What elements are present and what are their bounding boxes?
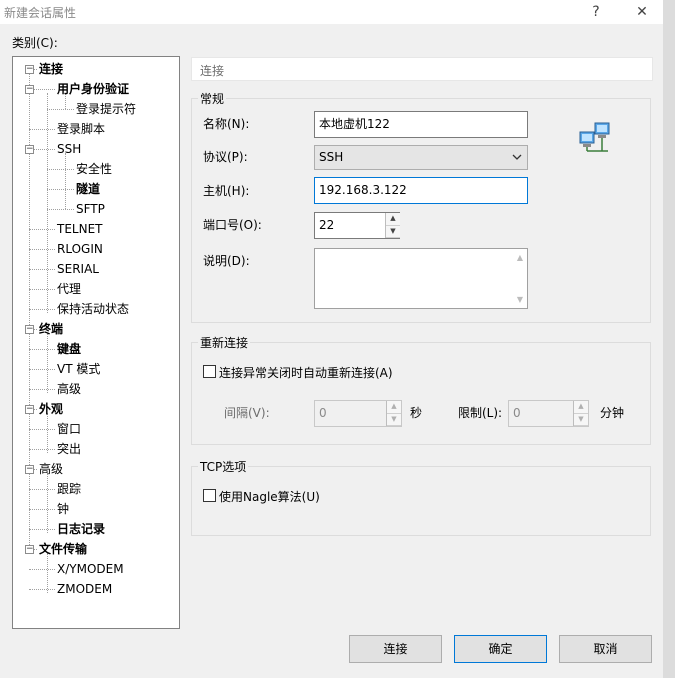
title-bar: 新建会话属性 ? ✕ — [0, 0, 663, 24]
tree-item[interactable]: RLOGIN — [57, 239, 103, 259]
connect-button[interactable]: 连接 — [349, 635, 442, 663]
reconnect-group — [191, 342, 651, 445]
scroll-up-icon[interactable]: ▲ — [515, 253, 525, 262]
tree-item[interactable]: SERIAL — [57, 259, 99, 279]
scroll-down-icon[interactable]: ▼ — [515, 295, 525, 304]
reconnect-group-title: 重新连接 — [198, 334, 251, 351]
tree-item[interactable]: 用户身份验证 — [57, 79, 129, 99]
close-button[interactable]: ✕ — [627, 1, 657, 23]
auto-reconnect-checkbox[interactable] — [203, 365, 216, 378]
tree-item[interactable]: 键盘 — [57, 339, 81, 359]
cancel-button[interactable]: 取消 — [559, 635, 652, 663]
protocol-label: 协议(P): — [203, 150, 248, 164]
spin-down-icon[interactable]: ▼ — [574, 413, 588, 426]
tree-item[interactable]: 安全性 — [76, 159, 112, 179]
tree-item[interactable]: 日志记录 — [57, 519, 105, 539]
limit-label: 限制(L): — [458, 406, 503, 420]
interval-value: 0 — [319, 406, 327, 420]
limit-value: 0 — [513, 406, 521, 420]
limit-spinner[interactable]: ▲ ▼ — [573, 401, 588, 426]
tree-item[interactable]: X/YMODEM — [57, 559, 124, 579]
tree-item[interactable]: 登录脚本 — [57, 119, 105, 139]
panel-header: 连接 — [191, 57, 653, 81]
nagle-label[interactable]: 使用Nagle算法(U) — [219, 488, 320, 505]
spin-down-icon[interactable]: ▼ — [387, 413, 401, 426]
port-value: 22 — [319, 218, 335, 232]
spin-down-icon[interactable]: ▼ — [386, 225, 400, 238]
help-button[interactable]: ? — [581, 1, 611, 23]
nagle-checkbox[interactable] — [203, 489, 216, 502]
tree-item[interactable]: 文件传输 — [39, 539, 87, 559]
name-label: 名称(N): — [203, 117, 250, 131]
tree-collapse-icon[interactable]: − — [25, 325, 34, 334]
tree-item[interactable]: 高级 — [57, 379, 81, 399]
tree-item[interactable]: 登录提示符 — [76, 99, 136, 119]
category-label: 类别(C): — [12, 36, 58, 50]
chevron-down-icon — [512, 146, 522, 177]
minutes-label: 分钟 — [600, 406, 625, 420]
tree-item[interactable]: SFTP — [76, 199, 105, 219]
name-input[interactable]: 本地虚机122 — [314, 111, 528, 138]
auto-reconnect-label[interactable]: 连接异常关闭时自动重新连接(A) — [219, 364, 393, 381]
window-title: 新建会话属性 — [4, 6, 77, 20]
port-label: 端口号(O): — [203, 218, 262, 232]
spin-up-icon[interactable]: ▲ — [386, 213, 400, 226]
tree-collapse-icon[interactable]: − — [25, 465, 34, 474]
ok-button[interactable]: 确定 — [454, 635, 547, 663]
protocol-value: SSH — [319, 150, 344, 164]
tree-item[interactable]: 跟踪 — [57, 479, 81, 499]
tree-item[interactable]: TELNET — [57, 219, 103, 239]
tcp-group-title: TCP选项 — [198, 458, 249, 475]
tree-collapse-icon[interactable]: − — [25, 545, 34, 554]
tree-item[interactable]: ZMODEM — [57, 579, 112, 599]
tree-item[interactable]: 外观 — [39, 399, 63, 419]
tree-item[interactable]: 突出 — [57, 439, 81, 459]
tree-item[interactable]: SSH — [57, 139, 81, 159]
protocol-select[interactable]: SSH — [314, 145, 528, 170]
description-scrollbar[interactable]: ▲ ▼ — [513, 249, 527, 308]
host-label: 主机(H): — [203, 184, 250, 198]
description-label: 说明(D): — [203, 254, 250, 268]
tree-item[interactable]: 隧道 — [76, 179, 100, 199]
tree-collapse-icon[interactable]: − — [25, 145, 34, 154]
tree-item[interactable]: 保持活动状态 — [57, 299, 129, 319]
interval-spinner[interactable]: ▲ ▼ — [386, 401, 401, 426]
tree-collapse-icon[interactable]: − — [25, 85, 34, 94]
spin-up-icon[interactable]: ▲ — [574, 401, 588, 414]
background-strip — [663, 0, 675, 678]
host-input[interactable]: 192.168.3.122 — [314, 177, 528, 204]
tree-item[interactable]: 窗口 — [57, 419, 81, 439]
tree-item[interactable]: 终端 — [39, 319, 63, 339]
panel-title: 连接 — [200, 64, 225, 78]
spin-up-icon[interactable]: ▲ — [387, 401, 401, 414]
interval-label: 间隔(V): — [224, 406, 270, 420]
tree-item[interactable]: 代理 — [57, 279, 81, 299]
tree-collapse-icon[interactable]: − — [25, 405, 34, 414]
tree-item[interactable]: 连接 — [39, 59, 63, 79]
tree-collapse-icon[interactable]: − — [25, 65, 34, 74]
tree-item[interactable]: VT 模式 — [57, 359, 100, 379]
port-spinner[interactable]: ▲ ▼ — [385, 213, 400, 238]
session-properties-dialog: 新建会话属性 ? ✕ 类别(C): 连接 − 用户身份验证 − 登录提示符 登录脚本 SSH… — [0, 0, 663, 678]
seconds-label: 秒 — [410, 406, 423, 420]
tree-item[interactable]: 高级 — [39, 459, 63, 479]
tree-item[interactable]: 钟 — [57, 499, 69, 519]
description-input[interactable]: ▲ ▼ — [314, 248, 528, 309]
network-computers-icon — [578, 120, 612, 154]
category-tree[interactable]: 连接 − 用户身份验证 − 登录提示符 登录脚本 SSH − 安全性 隧道 SFTP TELNET RL… — [12, 56, 180, 629]
general-group-title: 常规 — [198, 90, 227, 107]
